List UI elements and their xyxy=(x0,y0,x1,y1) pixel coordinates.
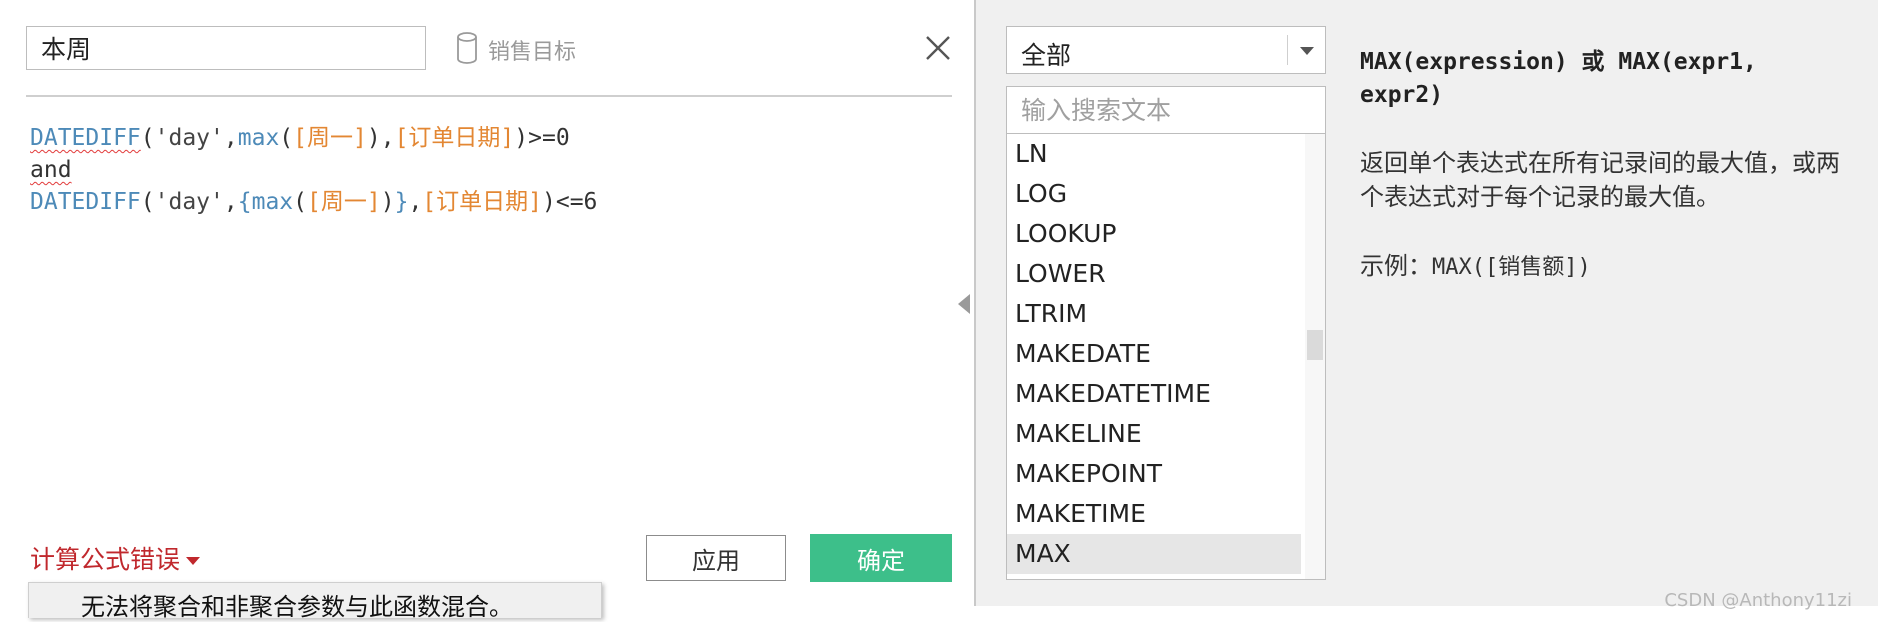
formula-comma: , xyxy=(223,189,238,215)
list-item-selected[interactable]: MAX xyxy=(1007,534,1301,574)
formula-string: 'day' xyxy=(154,125,224,151)
formula-paren: ) xyxy=(514,125,529,151)
function-category-select[interactable]: 全部 xyxy=(1006,26,1326,74)
function-description: 返回单个表达式在所有记录间的最大值，或两个表达式对于每个记录的最大值。 xyxy=(1360,149,1840,211)
function-signature: MAX(expression) 或 MAX(expr1, expr2) xyxy=(1360,49,1757,108)
formula-function: max xyxy=(251,189,294,215)
apply-button[interactable]: 应用 xyxy=(646,535,786,581)
list-item[interactable]: LTRIM xyxy=(1007,294,1301,334)
functions-panel: 全部 LN LOG LOOKUP LOWER LTRIM MAKEDATE MA… xyxy=(976,0,1878,606)
formula-comma: , xyxy=(223,125,238,151)
formula-field: [周一] xyxy=(307,189,381,215)
formula-paren: ( xyxy=(140,125,155,151)
watermark: CSDN @Anthony11zi xyxy=(1664,590,1852,611)
caret-down-icon xyxy=(186,557,201,565)
list-item[interactable]: LN xyxy=(1007,134,1301,174)
example-label: 示例： xyxy=(1360,252,1432,280)
chevron-down-icon xyxy=(1300,47,1314,55)
function-search-input[interactable] xyxy=(1006,86,1326,134)
formula-line-1: DATEDIFF('day',max([周一]),[订单日期])>=0 xyxy=(30,125,570,151)
formula-text-area[interactable]: DATEDIFF('day',max([周一]),[订单日期])>=0 and … xyxy=(30,122,950,502)
formula-field: [订单日期] xyxy=(422,189,542,215)
function-example: 示例：MAX([销售额]) xyxy=(1360,246,1860,281)
list-item[interactable]: MAKELINE xyxy=(1007,414,1301,454)
formula-brace: { xyxy=(237,189,252,215)
formula-paren: ) xyxy=(380,189,395,215)
list-item[interactable]: LOG xyxy=(1007,174,1301,214)
formula-paren: ) xyxy=(366,125,381,151)
error-label-text: 计算公式错误 xyxy=(30,545,181,574)
calculation-name-input[interactable] xyxy=(26,26,426,70)
error-tooltip: 无法将聚合和非聚合参数与此函数混合。 xyxy=(28,582,602,621)
formula-comma: , xyxy=(408,189,423,215)
datasource-label: 销售目标 xyxy=(488,40,577,65)
formula-operator: <=6 xyxy=(555,189,598,215)
formula-comma: , xyxy=(380,125,395,151)
example-code: MAX([销售额]) xyxy=(1432,255,1591,280)
ok-button[interactable]: 确定 xyxy=(810,534,952,582)
list-item[interactable]: MAKEPOINT xyxy=(1007,454,1301,494)
list-item[interactable]: MAKETIME xyxy=(1007,494,1301,534)
list-scrollbar[interactable] xyxy=(1305,134,1325,579)
calculation-editor-window: 销售目标 DATEDIFF('day',max([周一]),[订单日期])>=0… xyxy=(0,0,1878,621)
list-item[interactable]: LOOKUP xyxy=(1007,214,1301,254)
list-item[interactable]: MAKEDATETIME xyxy=(1007,374,1301,414)
formula-paren: ( xyxy=(140,189,155,215)
formula-function: DATEDIFF xyxy=(30,189,141,215)
formula-operator: >=0 xyxy=(528,125,570,151)
collapse-panel-icon[interactable] xyxy=(958,294,970,314)
scrollbar-thumb[interactable] xyxy=(1307,330,1323,360)
formula-function: DATEDIFF xyxy=(30,125,141,151)
formula-paren: ( xyxy=(279,125,294,151)
formula-field: [周一] xyxy=(293,125,367,151)
close-icon[interactable] xyxy=(922,32,954,64)
formula-line-2: and xyxy=(30,157,72,183)
database-icon xyxy=(457,32,477,64)
select-divider xyxy=(1287,35,1288,65)
header-divider xyxy=(26,95,952,97)
formula-string: 'day' xyxy=(154,189,224,215)
formula-function: max xyxy=(237,125,280,151)
formula-editor-panel: 销售目标 DATEDIFF('day',max([周一]),[订单日期])>=0… xyxy=(0,0,976,621)
function-list[interactable]: LN LOG LOOKUP LOWER LTRIM MAKEDATE MAKED… xyxy=(1006,134,1326,580)
list-item[interactable]: MAKEDATE xyxy=(1007,334,1301,374)
calculation-error-dropdown[interactable]: 计算公式错误 xyxy=(30,540,201,576)
formula-brace: } xyxy=(394,189,409,215)
formula-paren: ( xyxy=(293,189,308,215)
list-item[interactable]: LOWER xyxy=(1007,254,1301,294)
formula-line-3: DATEDIFF('day',{max([周一])},[订单日期])<=6 xyxy=(30,189,597,215)
category-selected-value: 全部 xyxy=(1021,41,1072,70)
formula-paren: ) xyxy=(542,189,556,215)
formula-field: [订单日期] xyxy=(394,125,515,151)
